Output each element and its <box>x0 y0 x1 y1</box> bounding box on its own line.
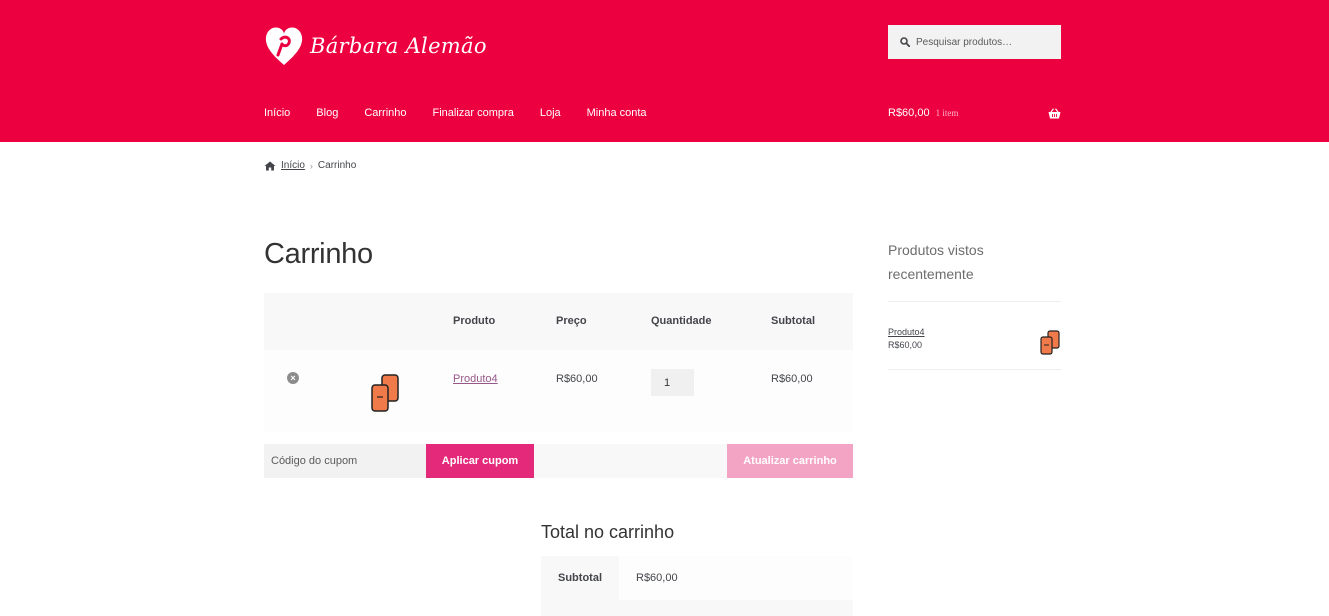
nav-item-loja[interactable]: Loja <box>540 105 561 121</box>
recently-viewed-title: Produtos vistos recentemente <box>888 242 984 282</box>
home-icon <box>264 161 276 170</box>
cart-totals-table: Subtotal R$60,00 <box>541 556 853 616</box>
remove-item-icon[interactable]: × <box>287 372 299 384</box>
breadcrumb-separator: › <box>309 160 313 171</box>
heart-logo-icon <box>265 27 303 66</box>
nav-item-blog[interactable]: Blog <box>316 105 338 121</box>
product-price: R$60,00 <box>556 373 598 385</box>
col-header-subtotal: Subtotal <box>771 315 815 327</box>
breadcrumb-home-link[interactable]: Início <box>281 160 305 171</box>
search-icon <box>900 37 910 47</box>
header-cart-count: 1 item <box>935 108 959 118</box>
basket-icon <box>1048 107 1061 118</box>
apply-coupon-button[interactable]: Aplicar cupom <box>426 444 534 478</box>
recent-product-thumbnail[interactable] <box>1039 330 1061 356</box>
header-cart-amount: R$60,00 <box>888 107 930 119</box>
quantity-input[interactable] <box>651 369 694 396</box>
recent-product-link[interactable]: Produto4 <box>888 327 1061 337</box>
list-item: Produto4 R$60,00 <box>888 327 1061 369</box>
table-row: × <box>264 350 853 432</box>
product-thumbnail[interactable] <box>368 373 402 413</box>
cart-table-header: Produto Preço Quantidade Subtotal <box>264 293 853 350</box>
site-header: Bárbara Alemão Início Blog Carrinho Fina… <box>0 0 1329 142</box>
cart-table: Produto Preço Quantidade Subtotal × <box>264 293 853 432</box>
col-header-price: Preço <box>556 315 587 327</box>
breadcrumb: Início › Carrinho <box>264 160 356 171</box>
totals-subtotal-value: R$60,00 <box>619 556 853 600</box>
widget-divider <box>888 369 1061 370</box>
product-name-link[interactable]: Produto4 <box>453 373 498 385</box>
breadcrumb-current: Carrinho <box>317 160 357 171</box>
totals-subtotal-label: Subtotal <box>541 556 619 600</box>
search-input[interactable] <box>916 36 1056 48</box>
col-header-quantity: Quantidade <box>651 315 712 327</box>
nav-item-minha-conta[interactable]: Minha conta <box>587 105 647 121</box>
nav-item-finalizar-compra[interactable]: Finalizar compra <box>433 105 514 121</box>
recent-product-price: R$60,00 <box>888 340 923 350</box>
primary-nav: Início Blog Carrinho Finalizar compra Lo… <box>264 105 673 121</box>
coupon-input[interactable] <box>264 444 426 478</box>
widget-divider <box>888 301 1061 302</box>
page-title: Carrinho <box>264 238 373 270</box>
header-cart[interactable]: R$60,00 1 item <box>888 105 1061 121</box>
totals-next-row <box>541 600 853 616</box>
product-subtotal: R$60,00 <box>771 373 813 385</box>
col-header-product: Produto <box>453 315 496 327</box>
search-box[interactable] <box>888 25 1061 59</box>
nav-item-carrinho[interactable]: Carrinho <box>364 105 406 121</box>
cart-totals-title: Total no carrinho <box>541 522 675 542</box>
site-logo[interactable]: Bárbara Alemão <box>264 24 487 68</box>
nav-item-inicio[interactable]: Início <box>264 105 290 121</box>
logo-text: Bárbara Alemão <box>310 34 487 58</box>
totals-subtotal-row: Subtotal R$60,00 <box>541 556 853 600</box>
update-cart-button[interactable]: Atualizar carrinho <box>727 444 853 478</box>
cart-actions: Aplicar cupom Atualizar carrinho <box>264 444 853 478</box>
